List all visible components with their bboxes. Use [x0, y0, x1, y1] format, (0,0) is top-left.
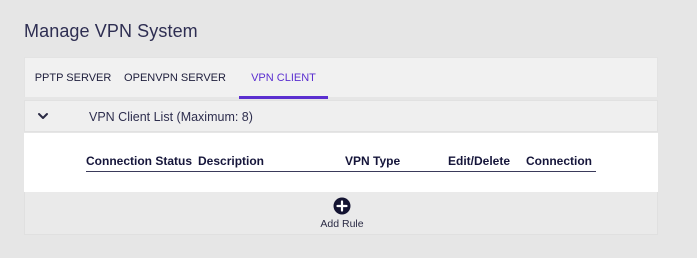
table-header-divider — [86, 171, 596, 172]
tab-bar: PPTP SERVER OPENVPN SERVER VPN CLIENT — [24, 57, 658, 99]
column-header-description: Description — [198, 154, 265, 168]
section-title: VPN Client List (Maximum: 8) — [89, 110, 253, 124]
tab-pptp-server[interactable]: PPTP SERVER — [31, 58, 115, 98]
add-rule-button[interactable]: Add Rule — [25, 218, 659, 230]
column-header-connection-status: Connection Status — [86, 154, 193, 168]
tab-openvpn-server[interactable]: OPENVPN SERVER — [119, 58, 231, 98]
column-header-vpn-type: VPN Type — [345, 154, 401, 168]
column-header-edit-delete: Edit/Delete — [448, 154, 511, 168]
tab-vpn-client[interactable]: VPN CLIENT — [239, 58, 328, 99]
chevron-down-icon[interactable] — [37, 109, 49, 121]
add-rule-area: Add Rule — [24, 192, 658, 235]
page-title: Manage VPN System — [24, 21, 198, 41]
vpn-client-list-header[interactable]: VPN Client List (Maximum: 8) — [24, 100, 658, 132]
vpn-client-table: Connection Status Description VPN Type E… — [24, 133, 658, 192]
plus-circle-icon[interactable] — [333, 197, 351, 215]
column-header-connection: Connection — [526, 154, 592, 168]
